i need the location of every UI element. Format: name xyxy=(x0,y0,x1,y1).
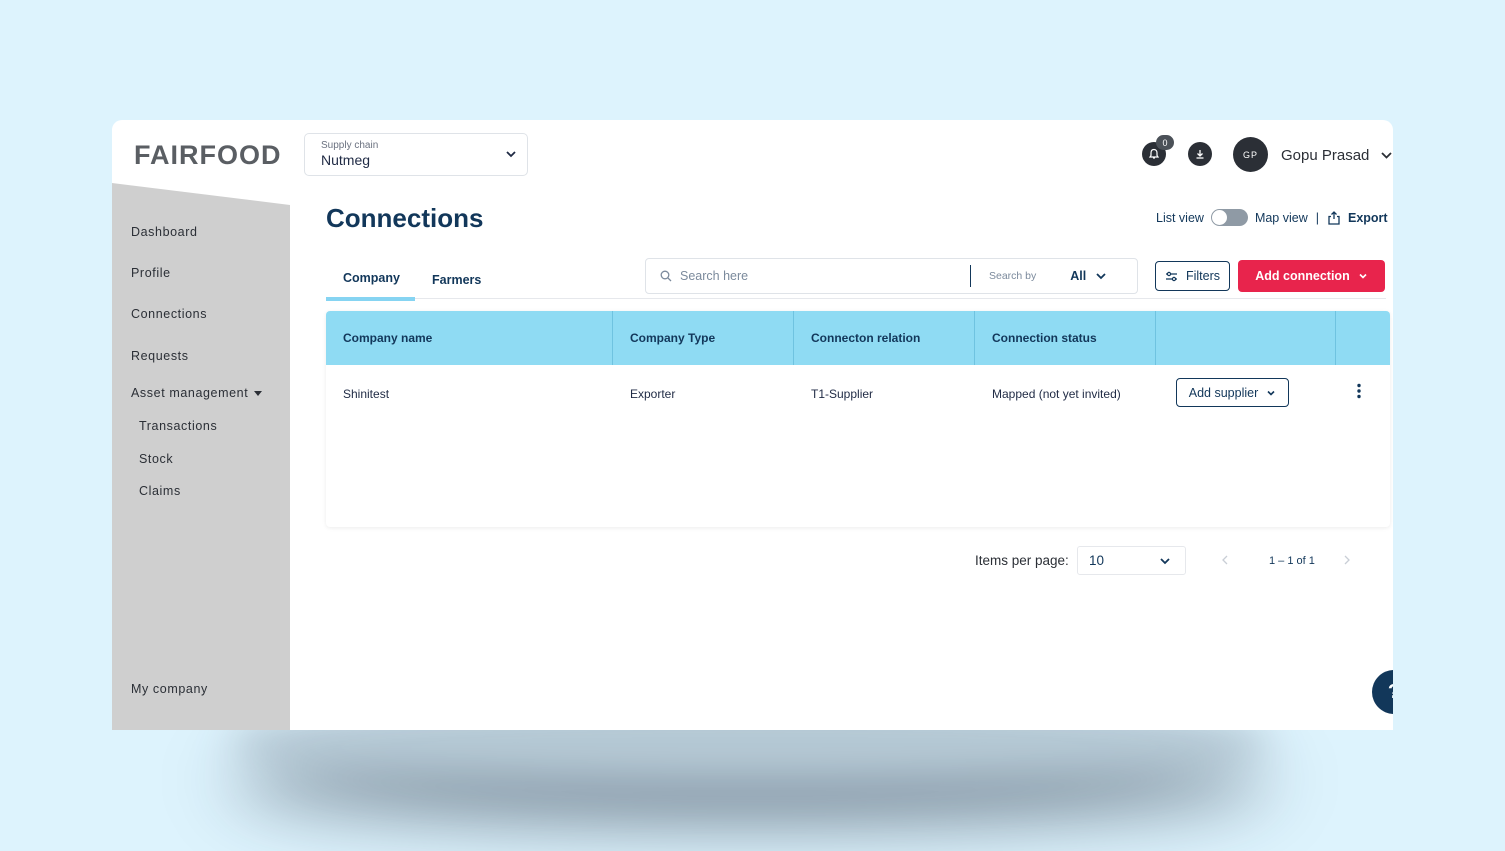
app-window: FAIRFOOD Supply chain Nutmeg 0 GP Gopu P… xyxy=(112,120,1393,730)
map-view-label[interactable]: Map view xyxy=(1255,211,1308,225)
download-icon[interactable] xyxy=(1188,142,1212,166)
items-per-page-value: 10 xyxy=(1089,553,1105,568)
items-per-page-label: Items per page: xyxy=(975,553,1069,568)
user-name[interactable]: Gopu Prasad xyxy=(1281,147,1369,164)
filters-label: Filters xyxy=(1185,269,1221,283)
cell-relation: T1-Supplier xyxy=(811,386,874,401)
sidebar-item-label: Asset management xyxy=(131,386,249,400)
table-header: Company name Company Type Connecton rela… xyxy=(326,311,1390,365)
supply-chain-label: Supply chain xyxy=(321,140,379,151)
column-header-action xyxy=(1156,311,1336,365)
sidebar-item-dashboard[interactable]: Dashboard xyxy=(131,225,198,239)
filter-sliders-icon xyxy=(1165,271,1177,281)
filters-button[interactable]: Filters xyxy=(1155,261,1230,291)
chevron-down-icon xyxy=(1096,273,1106,280)
add-connection-label: Add connection xyxy=(1255,269,1350,283)
column-header-relation[interactable]: Connecton relation xyxy=(794,311,975,365)
search-input[interactable] xyxy=(680,269,970,283)
search-by-label: Search by xyxy=(989,270,1037,282)
tab-farmers[interactable]: Farmers xyxy=(432,273,481,287)
column-header-company-name[interactable]: Company name xyxy=(326,311,613,365)
supply-chain-select[interactable]: Supply chain Nutmeg xyxy=(304,133,528,176)
sidebar-item-claims[interactable]: Claims xyxy=(139,484,181,498)
help-button[interactable]: ? xyxy=(1372,670,1393,714)
cell-company-type: Exporter xyxy=(630,386,676,401)
fairfood-logo[interactable]: FAIRFOOD xyxy=(134,140,282,171)
column-header-status[interactable]: Connection status xyxy=(975,311,1156,365)
separator: | xyxy=(1315,210,1319,225)
sidebar-item-my-company[interactable]: My company xyxy=(131,682,208,696)
chevron-down-icon xyxy=(506,151,516,158)
chevron-down-icon xyxy=(1267,390,1275,396)
cell-status: Mapped (not yet invited) xyxy=(992,386,1121,401)
sidebar-item-profile[interactable]: Profile xyxy=(131,266,171,280)
more-vertical-icon[interactable] xyxy=(1356,383,1362,399)
sidebar-item-requests[interactable]: Requests xyxy=(131,349,189,363)
pagination-range: 1 – 1 of 1 xyxy=(1269,555,1315,567)
items-per-page-select[interactable]: 10 xyxy=(1077,546,1186,575)
sidebar-item-connections[interactable]: Connections xyxy=(131,307,207,321)
search-bar: Search by All xyxy=(645,258,1138,294)
cell-company-name: Shinitest xyxy=(343,386,390,401)
add-supplier-label: Add supplier xyxy=(1188,385,1259,400)
search-icon xyxy=(660,270,672,282)
add-connection-button[interactable]: Add connection xyxy=(1238,260,1385,292)
help-label: ? xyxy=(1388,681,1393,704)
supply-chain-value: Nutmeg xyxy=(321,152,371,168)
search-by-value: All xyxy=(1070,269,1087,283)
export-button[interactable]: Export xyxy=(1327,211,1388,225)
chevron-down-icon xyxy=(1359,273,1367,279)
next-page-icon[interactable] xyxy=(1342,554,1352,566)
sidebar-item-asset-management[interactable]: Asset management xyxy=(131,386,263,400)
previous-page-icon[interactable] xyxy=(1220,554,1230,566)
export-icon xyxy=(1328,210,1340,225)
column-header-menu xyxy=(1336,311,1390,365)
sidebar-item-transactions[interactable]: Transactions xyxy=(139,419,217,433)
page-title: Connections xyxy=(326,203,484,233)
chevron-down-icon xyxy=(1160,557,1170,564)
search-by-select[interactable]: All xyxy=(1070,269,1107,283)
export-label: Export xyxy=(1347,210,1388,225)
notification-badge: 0 xyxy=(1156,135,1174,150)
column-header-company-type[interactable]: Company Type xyxy=(613,311,794,365)
list-view-label[interactable]: List view xyxy=(1156,211,1204,225)
connections-table: Company name Company Type Connecton rela… xyxy=(326,311,1390,527)
view-toggle: List view Map view | Export xyxy=(1156,209,1388,226)
active-tab-indicator xyxy=(326,297,415,301)
add-supplier-button[interactable]: Add supplier xyxy=(1176,378,1289,407)
caret-down-icon xyxy=(254,391,263,397)
search-divider xyxy=(970,265,971,287)
chevron-down-icon[interactable] xyxy=(1380,149,1393,161)
tab-company[interactable]: Company xyxy=(343,271,400,285)
avatar[interactable]: GP xyxy=(1233,137,1268,172)
view-switch[interactable] xyxy=(1210,209,1248,226)
sidebar-item-stock[interactable]: Stock xyxy=(139,452,173,466)
